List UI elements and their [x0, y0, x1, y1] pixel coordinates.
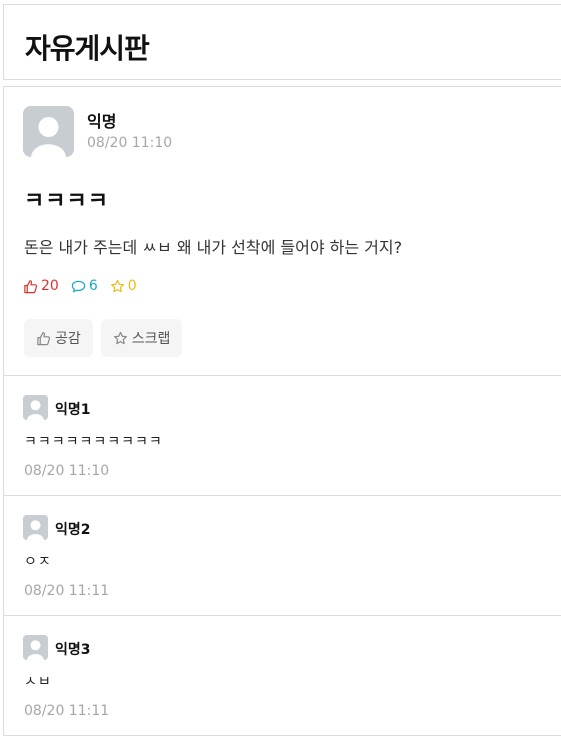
speech-bubble-icon: [71, 280, 86, 292]
comment-timestamp: 08/20 11:11: [24, 703, 110, 719]
comment-text: ㅅㅂ: [24, 674, 52, 690]
post-author: 익명: [87, 112, 117, 131]
avatar: [23, 395, 48, 420]
comment-author: 익명3: [55, 642, 91, 658]
scrap-count-value: 0: [127, 278, 137, 294]
post: 익명 08/20 11:10 ㅋㅋㅋㅋ 돈은 내가 주는데 ㅆㅂ 왜 내가 선착…: [3, 86, 561, 376]
post-body: 돈은 내가 주는데 ㅆㅂ 왜 내가 선착에 들어야 하는 거지?: [24, 238, 403, 257]
scrap-button[interactable]: 스크랩: [100, 319, 183, 357]
star-icon: [110, 279, 124, 292]
scrap-count: 0: [110, 278, 137, 294]
comment-timestamp: 08/20 11:11: [24, 583, 110, 599]
comment-text: ㅋㅋㅋㅋㅋㅋㅋㅋㅋㅋ: [24, 434, 163, 450]
like-button-label: 공감: [55, 331, 81, 347]
like-count: 20: [23, 278, 59, 294]
board-title[interactable]: 자유게시판: [25, 27, 150, 67]
post-stats: 20 6 0: [23, 278, 149, 294]
comment-count-value: 6: [88, 278, 98, 294]
comment-author: 익명2: [55, 522, 91, 538]
default-avatar-icon: [23, 395, 48, 420]
comment-count: 6: [71, 278, 98, 294]
default-avatar-icon: [23, 515, 48, 540]
thumbs-up-icon: [24, 279, 38, 293]
default-avatar-icon: [23, 635, 48, 660]
post-timestamp: 08/20 11:10: [87, 135, 173, 151]
board-header: 자유게시판: [3, 4, 561, 80]
comment-item: 익명2 ㅇㅈ 08/20 11:11: [3, 495, 561, 615]
comment-timestamp: 08/20 11:10: [24, 463, 110, 479]
avatar: [23, 515, 48, 540]
post-actions: 공감 스크랩: [24, 319, 190, 357]
like-button[interactable]: 공감: [24, 319, 93, 357]
default-avatar-icon: [23, 106, 74, 157]
comment-author: 익명1: [55, 402, 91, 418]
avatar: [23, 635, 48, 660]
avatar: [23, 106, 74, 157]
comment-item: 익명3 ㅅㅂ 08/20 11:11: [3, 615, 561, 736]
comment-text: ㅇㅈ: [24, 554, 52, 570]
comment-item: 익명1 ㅋㅋㅋㅋㅋㅋㅋㅋㅋㅋ 08/20 11:10: [3, 375, 561, 495]
like-count-value: 20: [41, 278, 59, 294]
star-icon: [113, 331, 127, 344]
thumbs-up-icon: [37, 331, 51, 345]
post-title: ㅋㅋㅋㅋ: [24, 189, 109, 214]
scrap-button-label: 스크랩: [131, 331, 171, 347]
